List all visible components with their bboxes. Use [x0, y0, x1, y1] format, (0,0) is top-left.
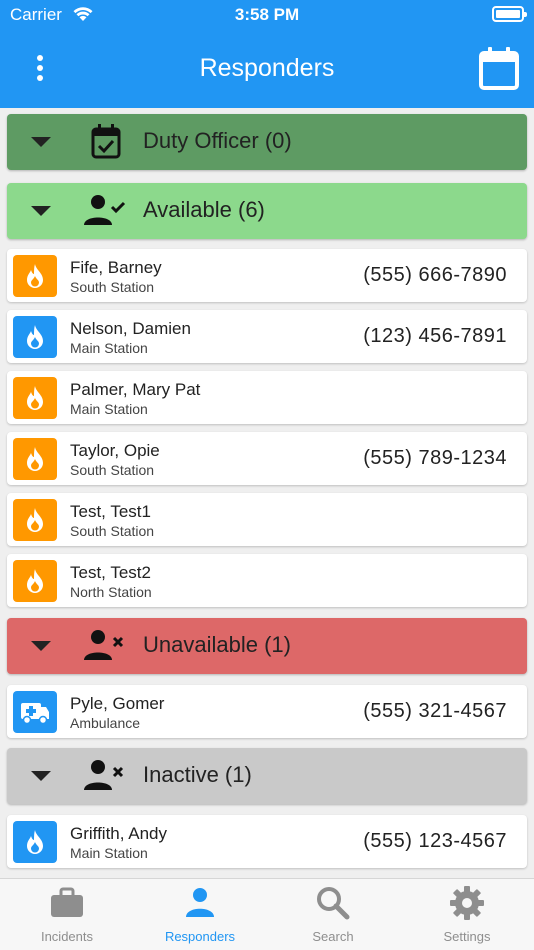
group-label: Available (6) [143, 197, 265, 222]
responder-station: South Station [70, 523, 155, 539]
responder-row[interactable]: Taylor, Opie South Station (555) 789-123… [7, 432, 527, 485]
responder-station: South Station [70, 279, 155, 295]
responder-badge [13, 499, 57, 541]
tab-label: Settings [443, 929, 491, 944]
responder-phone[interactable]: (555) 321-4567 [363, 700, 507, 723]
collapse-caret-icon [31, 641, 51, 651]
ambulance-icon [21, 703, 49, 725]
responder-name: Taylor, Opie [70, 441, 160, 460]
responder-station: Main Station [70, 845, 148, 861]
fire-icon [27, 447, 43, 471]
collapse-caret-icon [31, 771, 51, 781]
responder-name: Griffith, Andy [70, 824, 168, 843]
tab-incidents[interactable]: Incidents [0, 879, 134, 950]
fire-icon [27, 508, 43, 532]
responder-phone[interactable]: (555) 789-1234 [363, 447, 507, 470]
responder-row[interactable]: Pyle, Gomer Ambulance (555) 321-4567 [7, 685, 527, 738]
responder-row[interactable]: Griffith, Andy Main Station (555) 123-45… [7, 815, 527, 868]
responder-station: Main Station [70, 401, 148, 417]
calendar-check-icon [91, 124, 121, 159]
group-label: Inactive (1) [143, 762, 252, 787]
group-inactive[interactable]: Inactive (1) [7, 748, 527, 804]
battery-icon [492, 6, 527, 22]
fire-icon [27, 569, 43, 593]
calendar-icon [479, 47, 519, 90]
responder-name: Nelson, Damien [70, 319, 191, 338]
responder-phone[interactable]: (555) 123-4567 [363, 830, 507, 853]
group-unavailable[interactable]: Unavailable (1) [7, 618, 527, 674]
group-label: Unavailable (1) [143, 632, 291, 657]
responder-row[interactable]: Nelson, Damien Main Station (123) 456-78… [7, 310, 527, 363]
search-icon [317, 887, 350, 920]
briefcase-icon [51, 887, 83, 917]
tab-bar: Incidents Responders Search Settings [0, 878, 534, 950]
responder-phone[interactable]: (123) 456-7891 [363, 325, 507, 348]
person-check-icon [84, 195, 126, 225]
responder-station: South Station [70, 462, 155, 478]
fire-icon [27, 386, 43, 410]
responder-badge [13, 255, 57, 297]
responder-station: North Station [70, 584, 152, 600]
person-x-icon [84, 760, 124, 790]
status-bar: Carrier 3:58 PM [0, 0, 534, 30]
tab-search[interactable]: Search [266, 879, 400, 950]
responder-row[interactable]: Palmer, Mary Pat Main Station [7, 371, 527, 424]
tab-label: Incidents [40, 929, 94, 944]
responder-badge [13, 377, 57, 419]
responder-list[interactable]: Duty Officer (0) Available (6) Fife, Bar… [0, 108, 534, 878]
gear-icon [450, 886, 484, 920]
responder-row[interactable]: Test, Test2 North Station [7, 554, 527, 607]
responder-station: Main Station [70, 340, 148, 356]
responder-row[interactable]: Test, Test1 South Station [7, 493, 527, 546]
responder-name: Test, Test1 [70, 502, 151, 521]
responder-row[interactable]: Fife, Barney South Station (555) 666-789… [7, 249, 527, 302]
collapse-caret-icon [31, 137, 51, 147]
responder-phone[interactable]: (555) 666-7890 [363, 264, 507, 287]
responder-badge [13, 821, 57, 863]
group-available[interactable]: Available (6) [7, 183, 527, 239]
tab-responders[interactable]: Responders [133, 879, 267, 950]
responder-badge [13, 560, 57, 602]
responder-name: Test, Test2 [70, 563, 151, 582]
responder-badge [13, 316, 57, 358]
clock: 3:58 PM [234, 5, 300, 24]
tab-label: Responders [164, 929, 236, 944]
group-label: Duty Officer (0) [143, 128, 292, 153]
responder-name: Pyle, Gomer [70, 694, 165, 713]
person-icon [186, 888, 214, 917]
calendar-button[interactable] [478, 46, 520, 92]
group-duty-officer[interactable]: Duty Officer (0) [7, 114, 527, 170]
top-bar: Carrier 3:58 PM Responders [0, 0, 534, 108]
tab-label: Search [312, 929, 354, 944]
responder-badge [13, 691, 57, 733]
responder-name: Palmer, Mary Pat [70, 380, 201, 399]
collapse-caret-icon [31, 206, 51, 216]
responder-badge [13, 438, 57, 480]
page-title: Responders [199, 54, 335, 82]
fire-icon [27, 264, 43, 288]
responder-name: Fife, Barney [70, 258, 162, 277]
fire-icon [27, 325, 43, 349]
person-x-icon [84, 630, 124, 660]
responder-station: Ambulance [70, 715, 141, 731]
fire-icon [27, 830, 43, 854]
tab-settings[interactable]: Settings [400, 879, 534, 950]
